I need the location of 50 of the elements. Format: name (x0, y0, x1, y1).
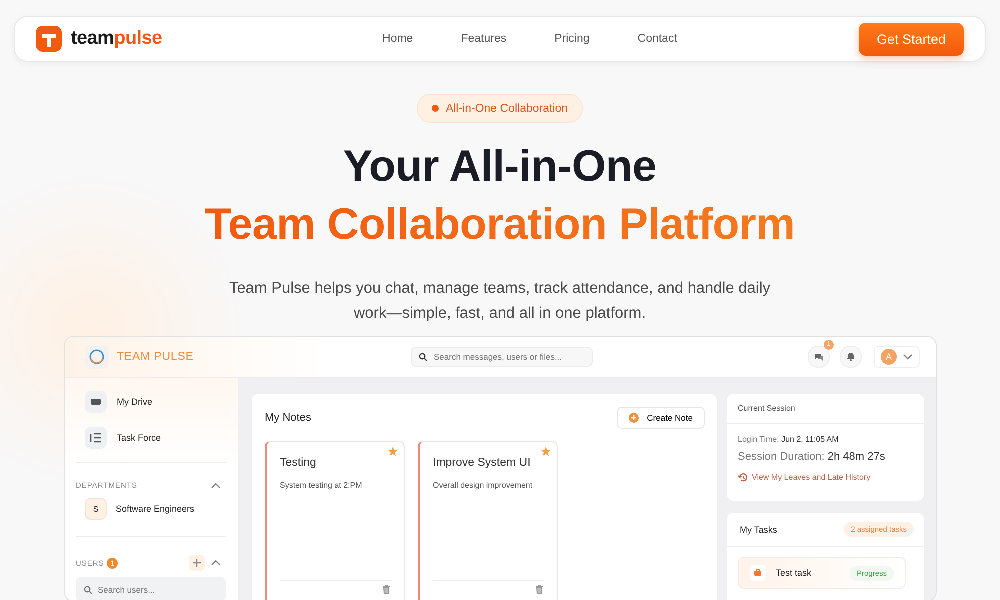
nav-link[interactable]: Pricing (554, 33, 590, 45)
brand-name[interactable]: teampulse (71, 28, 162, 50)
note-card[interactable]: Testing System testing at 2:PM (265, 441, 405, 600)
session-title: Current Session (727, 394, 924, 424)
logo-icon (36, 26, 62, 52)
nav-link[interactable]: Contact (638, 33, 678, 45)
session-duration: Session Duration: 2h 48m 27s (738, 451, 886, 463)
list-icon (89, 431, 103, 445)
chevron-down-icon[interactable] (903, 353, 913, 361)
user-avatar: A (881, 349, 897, 365)
note-card[interactable]: Improve System UI Overall design improvement (418, 441, 558, 600)
sidebar-item[interactable]: My Drive (117, 397, 152, 407)
trash-icon[interactable] (382, 585, 391, 595)
plus-icon (193, 559, 201, 567)
nav-link[interactable]: Features (461, 33, 507, 45)
history-link[interactable]: View My Leaves and Late History (738, 473, 913, 482)
department-item[interactable]: Software Engineers (116, 504, 195, 514)
note-body: System testing at 2:PM (280, 480, 364, 492)
history-icon (738, 473, 747, 482)
dot-icon (432, 105, 439, 112)
note-body: Overall design improvement (433, 480, 534, 492)
logo-icon (89, 349, 105, 365)
hero-badge: All-in-One Collaboration (416, 94, 584, 123)
hero-title: Your All-in-One (343, 141, 657, 193)
add-user-button[interactable] (189, 555, 205, 571)
chevron-up-icon[interactable] (211, 559, 221, 567)
tasks-title: My Tasks (740, 524, 778, 534)
create-note-button[interactable]: Create Note (617, 407, 705, 429)
nav-link[interactable]: Home (382, 33, 414, 45)
bell-icon (847, 352, 855, 362)
sidebar-item[interactable]: Task Force (117, 433, 162, 443)
chat-icon (814, 352, 824, 362)
user-search-field[interactable]: Search users... (76, 577, 226, 600)
note-title: Improve System UI (433, 457, 532, 469)
search-icon (84, 586, 92, 594)
login-time: Login Time: Jun 2, 11:05 AM (738, 435, 840, 444)
trash-icon[interactable] (535, 585, 544, 595)
briefcase-icon (754, 569, 762, 577)
app-brand-name: TEAM PULSE (117, 351, 194, 363)
plus-circle-icon (629, 413, 640, 423)
hero-subtitle: Team Pulse helps you chat, manage teams, track attendance, and handle daily work—simple, fast, and all in one platform. (228, 279, 772, 324)
chevron-up-icon[interactable] (211, 482, 221, 490)
notes-title: My Notes (265, 412, 312, 424)
department-initial: S (85, 498, 107, 520)
note-title: Testing (280, 457, 318, 469)
search-icon (419, 353, 427, 361)
task-title: Test task (776, 568, 812, 578)
messages-button[interactable] (808, 346, 830, 368)
notifications-button[interactable] (840, 346, 862, 368)
search-field[interactable]: Search messages, users or files... (411, 347, 593, 367)
